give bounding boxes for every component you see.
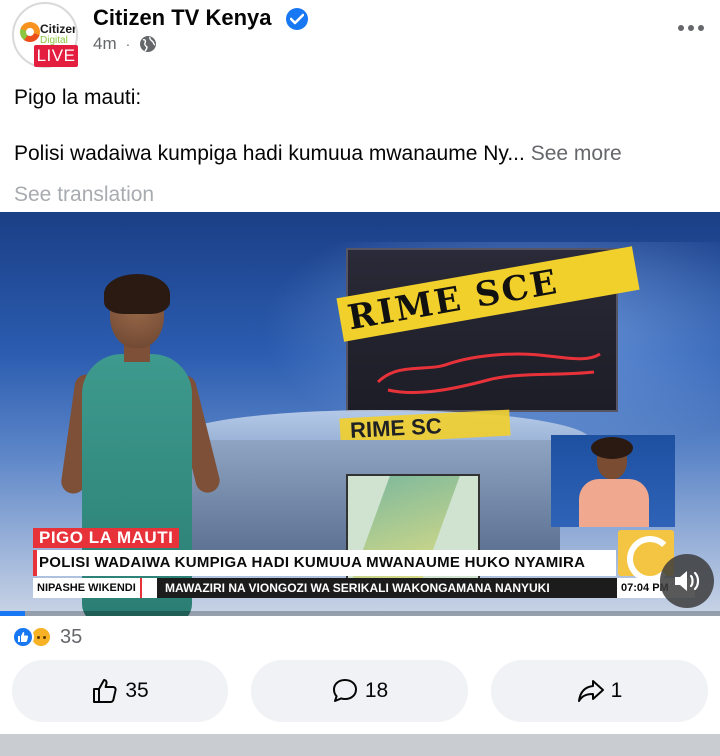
ticker-label: NIPASHE WIKENDI	[33, 578, 142, 598]
crime-scene-tape: RIME SCE	[336, 246, 640, 342]
see-more-link[interactable]: See more	[525, 142, 622, 165]
page-name-link[interactable]: Citizen TV Kenya	[93, 5, 271, 31]
like-icon	[12, 626, 34, 648]
body-outline-graphic	[376, 352, 601, 395]
reactions-summary[interactable]: 35	[12, 624, 82, 650]
reaction-count: 35	[60, 625, 83, 648]
lower-third-label: PIGO LA MAUTI	[33, 528, 180, 548]
post-header: Citizen Digital LIVE Citizen TV Kenya 4m…	[0, 0, 720, 78]
see-translation-link[interactable]: See translation	[14, 183, 154, 207]
desk-monitor	[346, 474, 480, 594]
feed-divider	[0, 734, 720, 756]
share-button[interactable]: 1	[491, 660, 708, 722]
post-body-excerpt: Polisi wadaiwa kumpiga hadi kumuua mwana…	[14, 142, 525, 165]
speaker-icon	[675, 571, 700, 591]
post-timestamp[interactable]: 4m	[93, 34, 117, 54]
lower-third-accent	[33, 550, 37, 576]
share-count: 1	[610, 679, 623, 702]
like-button[interactable]: 35	[12, 660, 228, 722]
video-progress-bar[interactable]	[0, 611, 720, 616]
video-player[interactable]: RIME SCE RIME SC PIGO LA MAUTI POLISI WA…	[0, 212, 720, 616]
post-meta: 4m ·	[93, 34, 157, 54]
volume-button[interactable]	[660, 554, 714, 608]
post-actions: 35 18 1	[0, 660, 720, 722]
share-icon	[577, 680, 604, 702]
lower-third-headline: POLISI WADAIWA KUMPIGA HADI KUMUUA MWANA…	[33, 550, 616, 576]
video-progress-fill	[0, 611, 26, 616]
comment-count: 18	[364, 679, 389, 702]
like-count: 35	[125, 679, 149, 702]
citizen-logo-icon	[20, 22, 40, 42]
page-avatar[interactable]: Citizen Digital LIVE	[10, 0, 84, 72]
avatar-brand-top: Citizen	[40, 22, 78, 36]
comment-icon	[332, 679, 357, 702]
globe-icon	[140, 36, 157, 52]
ticker-text: MAWAZIRI NA VIONGOZI WA SERIKALI WAKONGA…	[157, 578, 617, 598]
studio-screen: RIME SCE	[336, 246, 640, 412]
live-badge: LIVE	[34, 45, 78, 67]
more-options-icon[interactable]	[676, 18, 706, 38]
verified-badge-icon	[286, 8, 308, 30]
meta-separator: ·	[125, 36, 131, 52]
post-body-text: Polisi wadaiwa kumpiga hadi kumuua mwana…	[14, 142, 622, 166]
thumbs-up-icon	[93, 679, 117, 703]
comment-button[interactable]: 18	[251, 660, 468, 722]
post-headline: Pigo la mauti:	[14, 86, 142, 109]
sign-language-interpreter	[551, 435, 675, 527]
news-ticker: NIPASHE WIKENDI MAWAZIRI NA VIONGOZI WA …	[33, 578, 695, 598]
